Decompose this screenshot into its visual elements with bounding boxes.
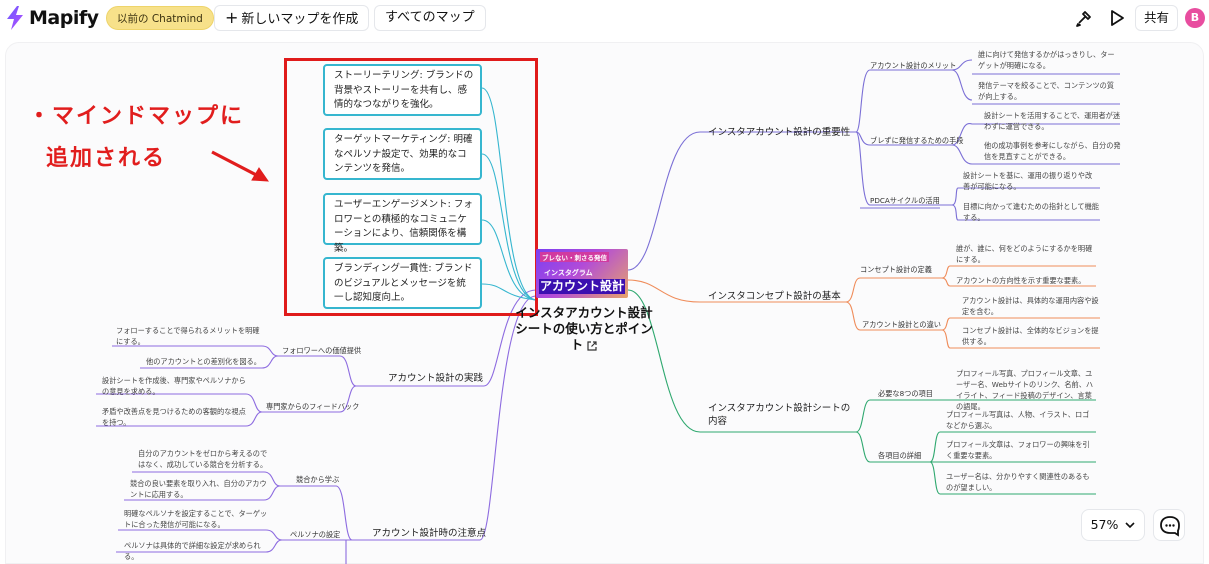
leaf-feedback-2[interactable]: 矛盾や改善点を見つけるための客観的な視点を持つ。 [102, 406, 250, 428]
brand-name: Mapify [29, 7, 99, 29]
zoom-level: 57% [1090, 517, 1119, 532]
sub-expert-feedback[interactable]: 専門家からのフィードバック [266, 402, 359, 412]
chat-bubble-icon [1160, 516, 1180, 537]
branch-concept-basics[interactable]: インスタコンセプト設計の基本 [708, 288, 841, 302]
leaf-details-1[interactable]: プロフィール写真は、人物、イラスト、ロゴなどから選ぶ。 [946, 409, 1094, 431]
leaf-difference-2[interactable]: コンセプト設計は、全体的なビジョンを提供する。 [962, 325, 1100, 347]
external-link-icon[interactable] [587, 340, 598, 351]
leaf-value-1[interactable]: フォローすることで得られるメリットを明確にする。 [116, 325, 262, 347]
sub-pdca[interactable]: PDCAサイクルの活用 [870, 196, 940, 206]
app-root: Mapify 以前の Chatmind + 新しいマップを作成 すべてのマップ 共… [0, 0, 1209, 564]
leaf-feedback-1[interactable]: 設計シートを作成後、専門家やペルソナからの意見を求める。 [102, 375, 250, 397]
card-branding[interactable]: ブランディング一貫性: ブランドのビジュアルとメッセージを統一し認知度向上。 [323, 257, 482, 309]
root-image-top-text: ブレない・刺さる発信 [540, 252, 609, 262]
leaf-competitors-1[interactable]: 自分のアカウントをゼロから考えるのではなく、成功している競合を分析する。 [138, 448, 274, 470]
sub-item-details[interactable]: 各項目の詳細 [878, 451, 921, 461]
sub-concept-definition[interactable]: コンセプト設計の定義 [860, 265, 932, 275]
annotation-line2: 追加される [46, 146, 167, 171]
leaf-persona-1[interactable]: 明確なペルソナを設定することで、ターゲットに合った発信が可能になる。 [124, 508, 270, 530]
leaf-definition-2[interactable]: アカウントの方向性を示す重要な要素。 [956, 275, 1096, 286]
root-image-main-text: アカウント設計 [539, 279, 625, 294]
branch-sheet-content[interactable]: インスタアカウント設計シートの内容 [708, 402, 856, 428]
present-play-icon[interactable] [1106, 7, 1128, 29]
leaf-definition-1[interactable]: 誰が、誰に、何をどのようにするかを明確にする。 [956, 243, 1096, 265]
leaf-eight-items[interactable]: プロフィール写真、プロフィール文章、ユーザー名、Webサイトのリンク、名前、ハイ… [956, 368, 1098, 412]
card-target-marketing[interactable]: ターゲットマーケティング: 明確なペルソナ設定で、効果的なコンテンツを発信。 [323, 128, 482, 180]
leaf-persona-2[interactable]: ペルソナは具体的で詳細な設定が求められる。 [124, 540, 270, 562]
sub-learn-competitors[interactable]: 競合から学ぶ [296, 475, 339, 485]
leaf-details-2[interactable]: プロフィール文章は、フォロワーの興味を引く重要な要素。 [946, 439, 1094, 461]
brush-icon[interactable] [1073, 7, 1095, 29]
branch-practice[interactable]: アカウント設計の実践 [388, 370, 483, 384]
card-user-engagement[interactable]: ユーザーエンゲージメント: フォロワーとの積極的なコミュニケーションにより、信頼… [323, 193, 482, 254]
branch-cautions[interactable]: アカウント設計時の注意点 [372, 525, 486, 539]
leaf-details-3[interactable]: ユーザー名は、分かりやすく関連性のあるものが望ましい。 [946, 471, 1094, 493]
root-thumbnail-image[interactable]: ブレない・刺さる発信 インスタグラム アカウント設計 [536, 249, 628, 298]
chevron-down-icon [1125, 522, 1135, 529]
sub-consistency[interactable]: ブレずに発信するための手段 [870, 136, 963, 146]
sub-merit[interactable]: アカウント設計のメリット [870, 61, 956, 71]
annotation-line1: ・マインドマップに [28, 104, 245, 129]
logo[interactable]: Mapify [4, 4, 99, 32]
leaf-competitors-2[interactable]: 競合の良い要素を取り入れ、自分のアカウントに応用する。 [130, 478, 272, 500]
new-map-button[interactable]: + 新しいマップを作成 [214, 5, 370, 31]
leaf-pdca-2[interactable]: 目標に向かって進むための指針として機能する。 [963, 201, 1099, 223]
share-button[interactable]: 共有 [1135, 5, 1179, 31]
chat-button[interactable] [1153, 509, 1185, 541]
sub-value-provision[interactable]: フォロワーへの価値提供 [282, 346, 361, 356]
branch-importance[interactable]: インスタアカウント設計の重要性 [708, 124, 850, 138]
leaf-pdca-1[interactable]: 設計シートを基に、運用の振り返りや改善が可能になる。 [963, 170, 1099, 192]
sub-difference[interactable]: アカウント設計との違い [862, 320, 941, 330]
plus-icon: + [225, 8, 239, 27]
new-map-label: 新しいマップを作成 [241, 12, 359, 27]
root-title-text: インスタアカウント設計シートの使い方とポイント [515, 305, 653, 352]
sub-eight-items[interactable]: 必要な8つの項目 [878, 389, 933, 399]
top-bar: Mapify 以前の Chatmind + 新しいマップを作成 すべてのマップ 共… [0, 0, 1209, 36]
leaf-consistency-2[interactable]: 他の成功事例を参考にしながら、自分の発信を見直すことができる。 [984, 140, 1122, 162]
old-chatmind-button[interactable]: 以前の Chatmind [106, 6, 214, 30]
mapify-logo-icon [7, 6, 23, 30]
leaf-merit-1[interactable]: 誰に向けて発信するかがはっきりし、ターゲットが明確になる。 [978, 49, 1118, 71]
leaf-difference-1[interactable]: アカウント設計は、具体的な運用内容や設定を含む。 [962, 295, 1100, 317]
root-node-title[interactable]: インスタアカウント設計シートの使い方とポイント [512, 305, 656, 353]
leaf-consistency-1[interactable]: 設計シートを活用することで、運用者が迷わずに運営できる。 [984, 110, 1122, 132]
sub-persona[interactable]: ペルソナの設定 [290, 530, 340, 540]
leaf-value-2[interactable]: 他のアカウントとの差別化を図る。 [146, 356, 266, 367]
all-maps-button[interactable]: すべてのマップ [374, 5, 486, 31]
zoom-control[interactable]: 57% [1081, 509, 1145, 541]
card-storytelling[interactable]: ストーリーテリング: ブランドの背景やストーリーを共有し、感情的なつながりを強化… [323, 64, 482, 116]
leaf-merit-2[interactable]: 発信テーマを絞ることで、コンテンツの質が向上する。 [978, 80, 1118, 102]
avatar[interactable]: B [1185, 8, 1205, 28]
root-image-mid-text: インスタグラム [544, 269, 593, 277]
